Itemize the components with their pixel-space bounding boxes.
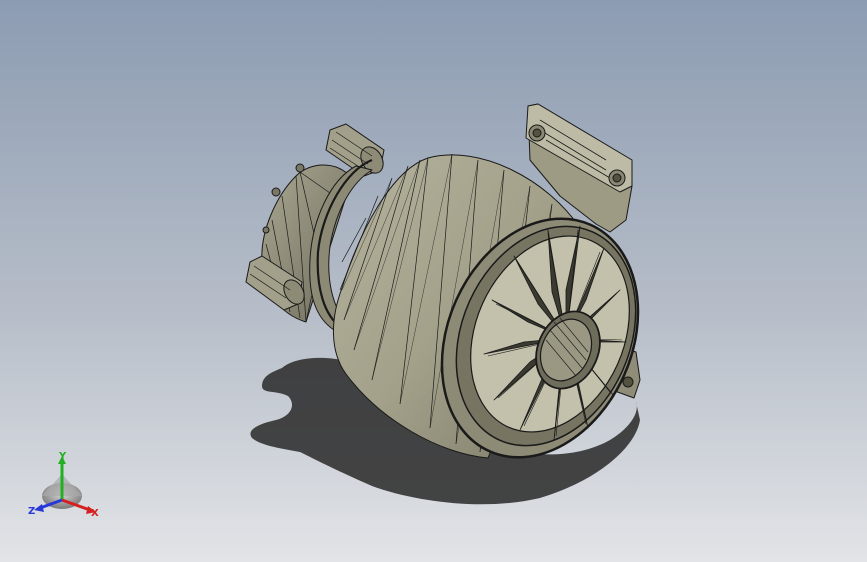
y-axis-label: Y [58, 451, 67, 462]
z-axis-label: Z [28, 506, 35, 517]
x-axis-label: X [91, 508, 99, 519]
graphics-viewport[interactable]: Y X Z [0, 0, 867, 562]
model-canvas[interactable]: Y X Z [0, 0, 867, 562]
